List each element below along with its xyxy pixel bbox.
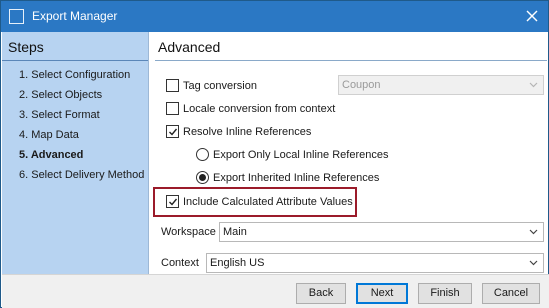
export-inherited-inline-label: Export Inherited Inline References <box>213 172 380 184</box>
step-select-objects[interactable]: 2. Select Objects <box>19 89 102 102</box>
step-select-configuration[interactable]: 1. Select Configuration <box>19 69 130 82</box>
chevron-down-icon <box>529 229 538 235</box>
step-select-format[interactable]: 3. Select Format <box>19 109 100 122</box>
close-icon <box>526 10 538 22</box>
context-value: English US <box>210 257 265 269</box>
steps-heading: Steps <box>8 39 44 55</box>
finish-button[interactable]: Finish <box>418 283 472 304</box>
resolve-inline-references-checkbox[interactable] <box>166 125 179 138</box>
step-select-delivery-method[interactable]: 6. Select Delivery Method <box>19 169 144 182</box>
locale-conversion-checkbox[interactable] <box>166 102 179 115</box>
export-local-inline-label: Export Only Local Inline References <box>213 149 389 161</box>
workspace-value: Main <box>223 226 247 238</box>
tag-conversion-select[interactable]: Coupon <box>338 75 544 95</box>
steps-divider <box>2 60 148 61</box>
context-label: Context <box>161 257 199 269</box>
steps-panel: Steps 1. Select Configuration 2. Select … <box>2 32 149 274</box>
title-bar: Export Manager <box>1 1 548 32</box>
locale-conversion-label: Locale conversion from context <box>183 103 336 115</box>
checkmark-icon <box>169 128 178 136</box>
back-button[interactable]: Back <box>296 283 346 304</box>
window-title: Export Manager <box>32 9 118 23</box>
step-map-data[interactable]: 4. Map Data <box>19 129 79 142</box>
tag-conversion-value: Coupon <box>342 79 381 91</box>
cancel-button[interactable]: Cancel <box>482 283 540 304</box>
context-select[interactable]: English US <box>206 253 544 273</box>
close-button[interactable] <box>524 8 540 24</box>
page-title: Advanced <box>158 39 221 55</box>
tag-conversion-checkbox[interactable] <box>166 79 179 92</box>
radio-selected-dot <box>199 174 206 181</box>
workspace-label: Workspace <box>161 226 216 238</box>
export-local-inline-radio[interactable] <box>196 148 209 161</box>
app-window-icon <box>9 9 24 24</box>
export-manager-window: Export Manager Steps 1. Select Configura… <box>0 0 549 308</box>
resolve-inline-references-label: Resolve Inline References <box>183 126 312 138</box>
export-inherited-inline-radio[interactable] <box>196 171 209 184</box>
include-calculated-attributes-label: Include Calculated Attribute Values <box>183 196 353 208</box>
heading-divider <box>155 60 547 61</box>
checkmark-icon <box>169 198 178 206</box>
chevron-down-icon <box>529 82 538 88</box>
next-button[interactable]: Next <box>356 283 408 304</box>
workspace-select[interactable]: Main <box>219 222 544 242</box>
step-advanced[interactable]: 5. Advanced <box>19 149 83 162</box>
chevron-down-icon <box>529 260 538 266</box>
tag-conversion-label: Tag conversion <box>183 80 257 92</box>
include-calculated-attributes-checkbox[interactable] <box>166 195 179 208</box>
